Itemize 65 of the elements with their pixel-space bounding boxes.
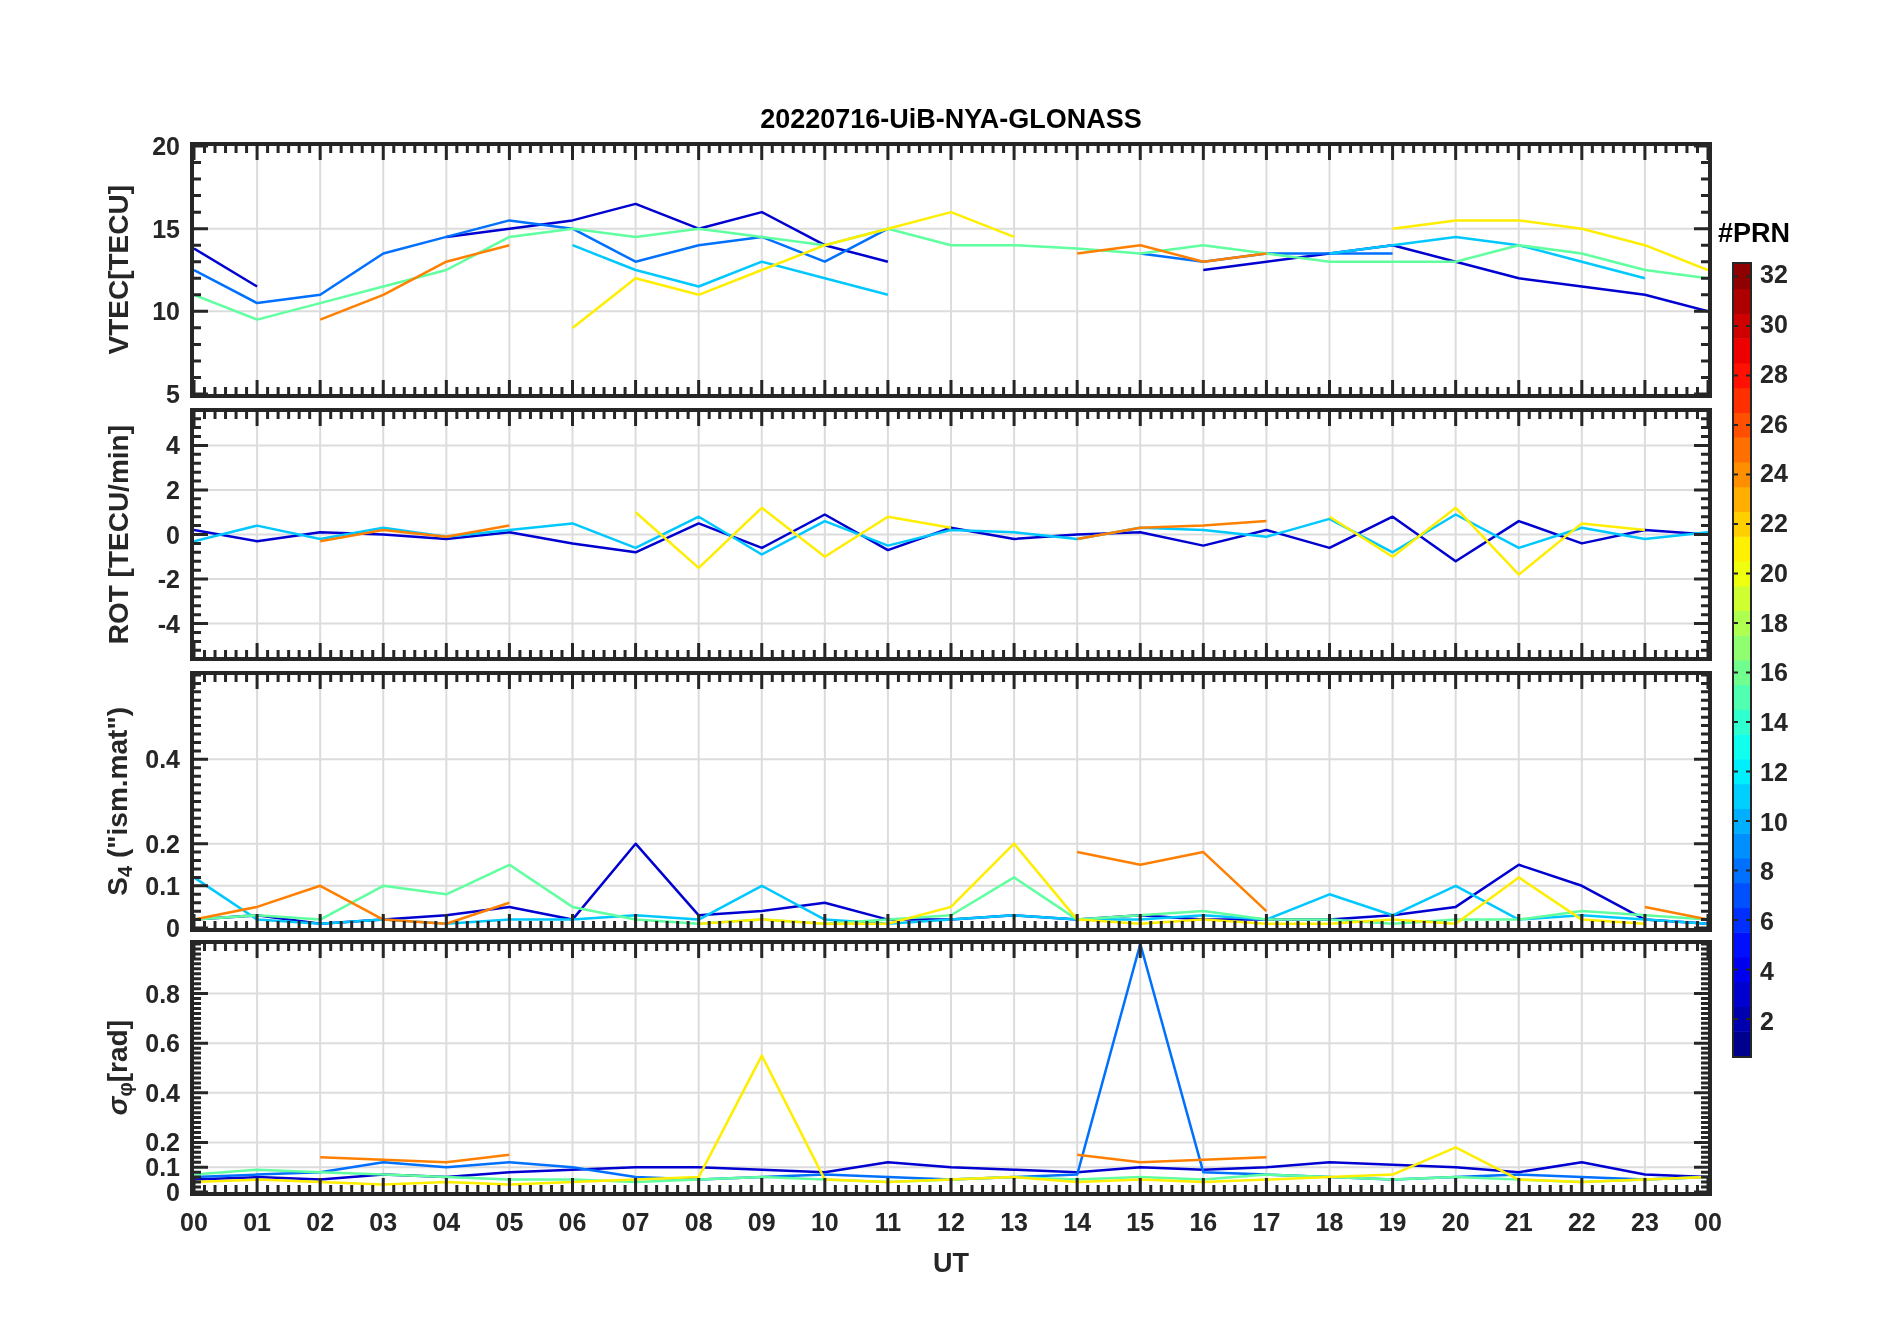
tick-label: 11 — [874, 1210, 902, 1235]
tick-label: 01 — [243, 1210, 271, 1235]
tick-label: 15 — [1126, 1210, 1155, 1235]
tick-label: 2 — [166, 477, 180, 503]
tick-label: 0.1 — [145, 1154, 180, 1180]
tick-label: 0.4 — [145, 746, 180, 772]
tick-label: 12 — [1760, 759, 1788, 785]
tick-label: 10 — [1760, 809, 1788, 835]
tick-label: 10 — [810, 1210, 839, 1235]
tick-label: 0.2 — [145, 831, 180, 857]
tick-label: 8 — [1760, 858, 1774, 884]
tick-label: 0.6 — [145, 1030, 180, 1056]
tick-label: 07 — [621, 1210, 650, 1235]
tick-label: 14 — [1760, 709, 1788, 735]
tick-label: 0 — [166, 1179, 180, 1205]
tick-label: 13 — [1000, 1210, 1028, 1235]
tick-label: 0.1 — [145, 873, 180, 899]
tick-label: 26 — [1760, 411, 1788, 437]
axis-label: UT — [933, 1248, 969, 1279]
tick-label: 03 — [369, 1210, 398, 1235]
tick-label: 28 — [1760, 361, 1788, 387]
tick-label: -4 — [157, 611, 180, 637]
chart-title: 20220716-UiB-NYA-GLONASS — [760, 103, 1142, 135]
tick-label: 20 — [152, 133, 180, 159]
tick-label: -2 — [157, 566, 180, 592]
tick-label: 15 — [152, 216, 180, 242]
tick-label: 21 — [1504, 1210, 1533, 1235]
tick-label: 4 — [166, 432, 180, 458]
tick-label: 08 — [684, 1210, 713, 1235]
tick-label: 0.8 — [145, 981, 180, 1007]
tick-label: 0.4 — [145, 1080, 180, 1106]
tick-label: 18 — [1315, 1210, 1344, 1235]
tick-label: 16 — [1189, 1210, 1218, 1235]
tick-label: 30 — [1760, 311, 1788, 337]
tick-label: 09 — [747, 1210, 776, 1235]
tick-label: 12 — [937, 1210, 965, 1235]
axis-label: ROT [TECU/min] — [105, 424, 133, 645]
tick-label: 23 — [1631, 1210, 1659, 1235]
tick-label: 0.2 — [145, 1129, 180, 1155]
tick-label: 06 — [558, 1210, 587, 1235]
colorbar-label: #PRN — [1718, 218, 1792, 249]
tick-label: 16 — [1760, 659, 1788, 685]
tick-label: 4 — [1760, 958, 1774, 984]
tick-label: 20 — [1441, 1210, 1470, 1235]
tick-label: 00 — [180, 1210, 208, 1235]
tick-label: 22 — [1760, 510, 1788, 536]
tick-label: 24 — [1760, 460, 1788, 486]
tick-label: 19 — [1378, 1210, 1407, 1235]
tick-label: 32 — [1760, 261, 1788, 287]
tick-label: 00 — [1694, 1210, 1722, 1235]
tick-label: 0 — [166, 522, 180, 547]
tick-label: 17 — [1252, 1210, 1281, 1235]
axis-label: VTEC[TECU] — [105, 185, 133, 355]
tick-label: 14 — [1063, 1210, 1092, 1235]
tick-label: 2 — [1760, 1008, 1774, 1034]
tick-label: 22 — [1567, 1210, 1596, 1235]
tick-label: 05 — [495, 1210, 524, 1235]
tick-label: 5 — [166, 381, 180, 407]
tick-label: 6 — [1760, 908, 1774, 934]
tick-label: 0 — [166, 915, 180, 941]
tick-label: 20 — [1760, 560, 1788, 586]
tick-label: 18 — [1760, 610, 1788, 636]
tick-label: 10 — [152, 298, 180, 324]
tick-label: 02 — [306, 1210, 335, 1235]
tick-label: 04 — [432, 1210, 461, 1235]
